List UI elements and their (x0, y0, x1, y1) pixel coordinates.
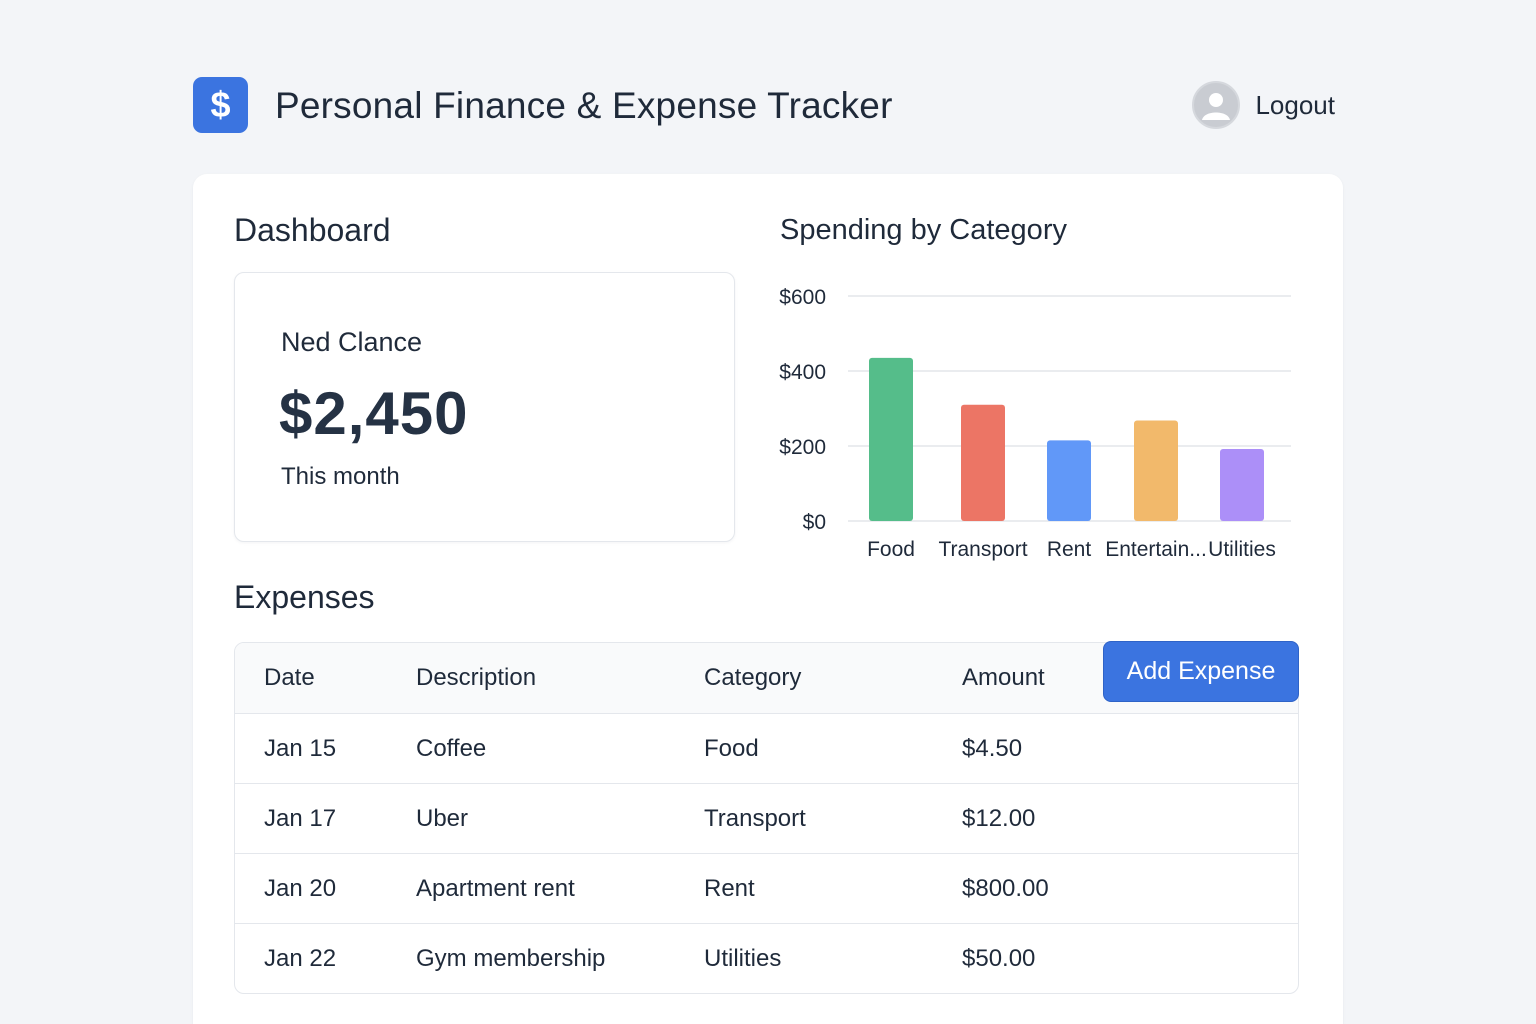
logout-link[interactable]: Logout (1255, 90, 1335, 121)
cell-category: Transport (704, 804, 806, 832)
bar-food[interactable] (869, 357, 913, 521)
user-name: Ned Clance (281, 327, 423, 357)
app-header: $ Personal Finance & Expense Tracker Log… (193, 77, 1343, 135)
table-row[interactable]: Jan 15 Coffee Food $4.50 (235, 714, 1298, 784)
logo-symbol: $ (210, 84, 231, 125)
app-title: Personal Finance & Expense Tracker (275, 85, 893, 126)
cell-date: Jan 15 (264, 734, 337, 762)
x-tick-label: Entertain... (1105, 538, 1207, 561)
cell-description: Gym membership (416, 945, 606, 972)
column-header-description: Description (416, 664, 537, 691)
cell-category: Rent (704, 874, 755, 902)
y-tick-label: $600 (779, 286, 826, 309)
bar-utilities[interactable] (1220, 449, 1264, 521)
column-header-date: Date (264, 664, 315, 691)
dashboard-title: Dashboard (234, 212, 391, 248)
column-header-category: Category (704, 664, 802, 691)
y-tick-label: $200 (779, 436, 826, 459)
column-header-amount: Amount (962, 664, 1045, 691)
table-row[interactable]: Jan 22 Gym membership Utilities $50.00 (235, 924, 1298, 993)
expenses-title: Expenses (234, 579, 375, 615)
x-tick-label: Utilities (1208, 538, 1276, 561)
summary-card: Ned Clance $2,450 This month (234, 272, 735, 542)
user-avatar-icon[interactable] (1192, 81, 1241, 129)
dollar-icon: $ (193, 77, 248, 133)
bar-rent[interactable] (1047, 440, 1091, 521)
x-tick-label: Food (867, 538, 915, 561)
cell-category: Food (704, 734, 759, 762)
y-tick-label: $400 (779, 361, 826, 384)
add-expense-button[interactable]: Add Expense (1103, 641, 1299, 702)
table-row[interactable]: Jan 20 Apartment rent Rent $800.00 (235, 854, 1298, 924)
monthly-total: $2,450 (279, 380, 469, 447)
table-row[interactable]: Jan 17 Uber Transport $12.00 (235, 784, 1298, 854)
cell-date: Jan 20 (264, 874, 337, 902)
cell-amount: $50.00 (962, 945, 1036, 972)
chart-title: Spending by Category (780, 214, 1067, 246)
cell-date: Jan 22 (264, 945, 337, 972)
period-caption: This month (281, 463, 400, 490)
cell-date: Jan 17 (264, 804, 337, 832)
cell-amount: $12.00 (962, 804, 1036, 832)
main-card: Dashboard Ned Clance $2,450 This month S… (193, 174, 1343, 1024)
x-tick-label: Transport (938, 538, 1027, 561)
x-tick-label: Rent (1047, 538, 1092, 561)
y-tick-label: $0 (803, 511, 826, 534)
user-menu: Logout (1192, 81, 1335, 129)
cell-description: Coffee (416, 734, 487, 762)
cell-description: Apartment rent (416, 874, 575, 902)
cell-amount: $4.50 (962, 734, 1023, 762)
bar-transport[interactable] (961, 404, 1005, 521)
cell-amount: $800.00 (962, 874, 1049, 902)
cell-category: Utilities (704, 945, 782, 972)
bar-entertain[interactable] (1134, 420, 1178, 522)
cell-description: Uber (416, 804, 469, 832)
spending-bar-chart: $0 $200 $400 $600 Food Transport Rent Entertain… (779, 286, 1291, 561)
